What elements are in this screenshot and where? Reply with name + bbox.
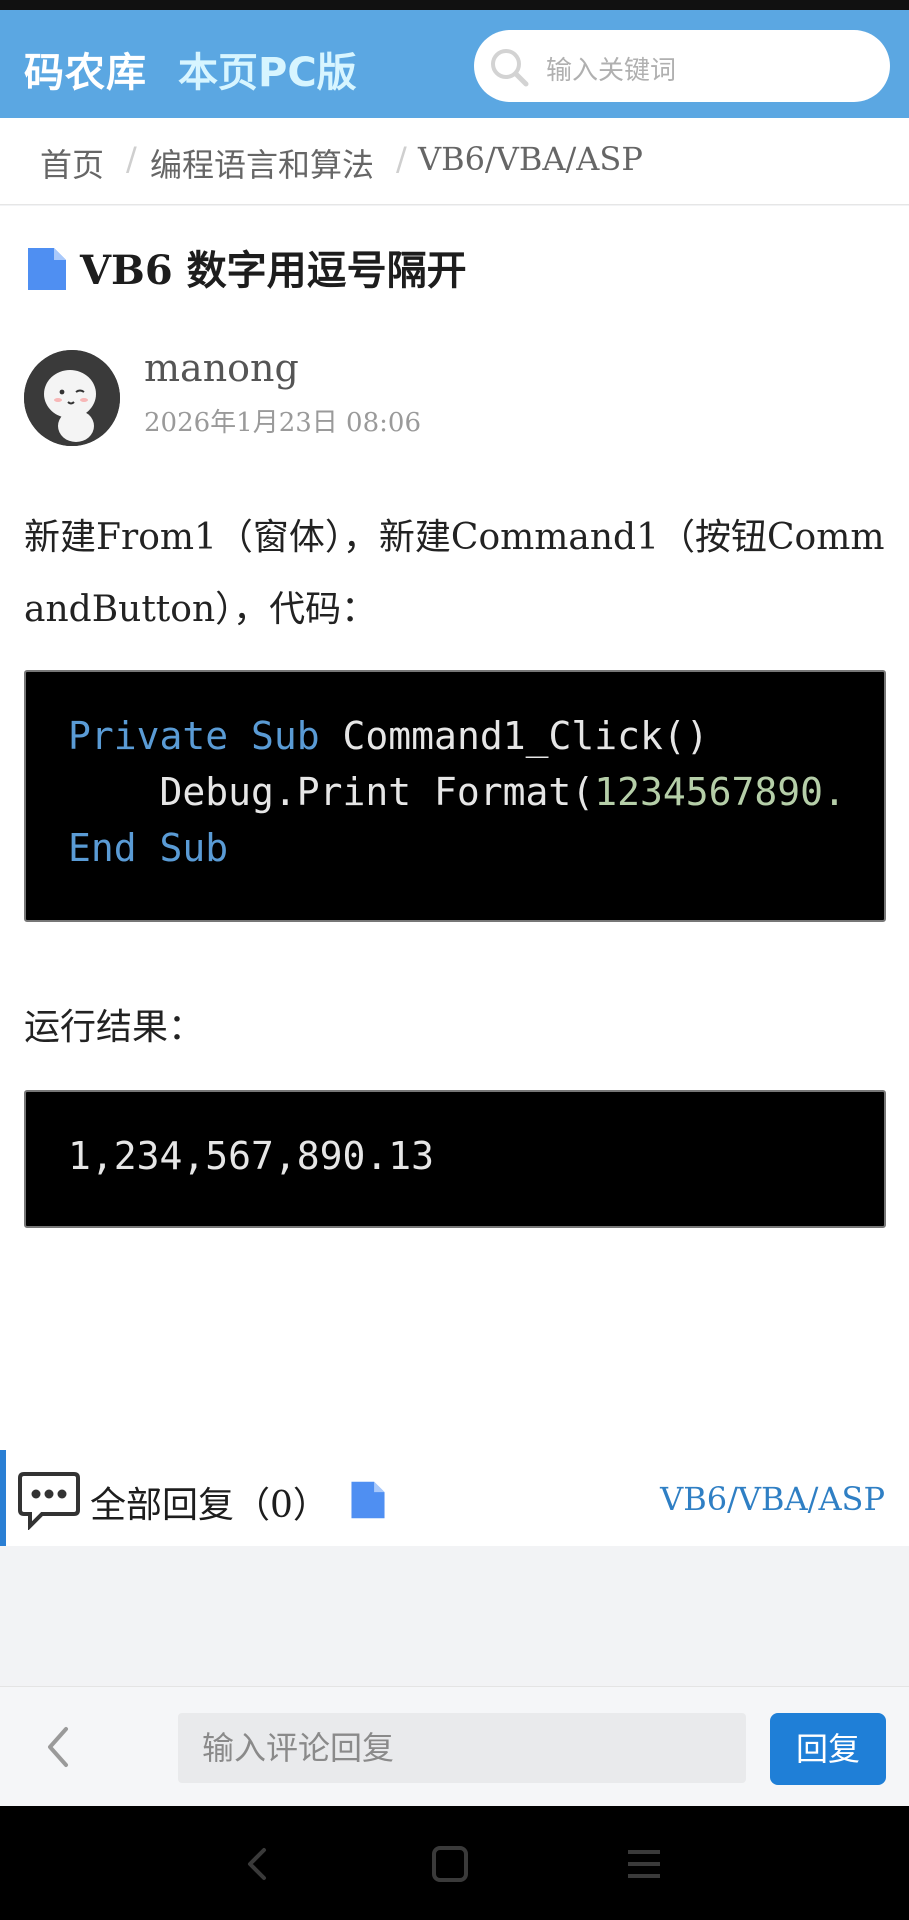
- code-keyword: Private Sub: [68, 714, 320, 758]
- breadcrumb: 首页 / 编程语言和算法 / VB6/VBA/ASP: [0, 118, 909, 205]
- search-input-placeholder[interactable]: 输入关键词: [546, 50, 676, 87]
- output-text: 1,234,567,890.13: [68, 1134, 435, 1178]
- search-box[interactable]: 输入关键词: [474, 30, 890, 102]
- breadcrumb-category[interactable]: 编程语言和算法: [150, 140, 374, 186]
- pc-version-link[interactable]: 本页PC版: [178, 40, 357, 98]
- replies-bar: 全部回复（0） VB6/VBA/ASP: [0, 1450, 909, 1546]
- breadcrumb-home[interactable]: 首页: [40, 140, 104, 186]
- avatar[interactable]: [24, 350, 120, 446]
- search-icon: [491, 49, 529, 87]
- comment-bar: 回复: [0, 1686, 909, 1807]
- article-title: VB6 数字用逗号隔开: [80, 247, 467, 294]
- code-block: Private Sub Command1_Click() Debug.Print…: [24, 670, 886, 922]
- chat-icon: [18, 1472, 80, 1530]
- breadcrumb-subcategory[interactable]: VB6/VBA/ASP: [418, 140, 643, 178]
- reply-button[interactable]: 回复: [770, 1713, 886, 1785]
- post-date: 2026年1月23日 08:06: [144, 408, 421, 438]
- accent-bar: [0, 1450, 6, 1546]
- breadcrumb-separator: /: [396, 140, 407, 178]
- code-text: Command1_Click(): [319, 714, 709, 758]
- back-icon[interactable]: [36, 1723, 84, 1771]
- article-intro: 新建From1（窗体），新建Command1（按钮CommandButton），…: [24, 517, 885, 630]
- reply-count: 全部回复（0）: [90, 1485, 329, 1526]
- nav-menu-icon[interactable]: [622, 1842, 666, 1886]
- result-label: 运行结果：: [24, 1007, 205, 1048]
- article: VB6 数字用逗号隔开 manong 2026年1月23日 08:06 新建Fr…: [0, 206, 909, 1546]
- code-number: 1234567890.: [594, 770, 846, 814]
- status-strip: [0, 0, 909, 10]
- category-link[interactable]: VB6/VBA/ASP: [660, 1480, 885, 1518]
- output-block: 1,234,567,890.13: [24, 1090, 886, 1228]
- system-nav-bar: [0, 1806, 909, 1920]
- comment-input[interactable]: [178, 1713, 746, 1783]
- code-line-3: End Sub: [68, 826, 228, 870]
- avatar-image: [24, 350, 120, 446]
- code-line-1: Private Sub Command1_Click(): [68, 714, 709, 758]
- code-text: Debug.Print Format(: [68, 770, 595, 814]
- breadcrumb-separator: /: [126, 140, 137, 178]
- document-icon: [28, 248, 66, 290]
- code-keyword: End Sub: [68, 826, 229, 870]
- document-icon: [351, 1481, 385, 1519]
- code-line-2: Debug.Print Format(1234567890.: [68, 770, 846, 814]
- author-name[interactable]: manong: [144, 346, 299, 390]
- nav-home-icon[interactable]: [428, 1842, 472, 1886]
- nav-back-icon[interactable]: [236, 1842, 280, 1886]
- site-header: 码农库 本页PC版 输入关键词: [0, 10, 909, 118]
- brand-logo[interactable]: 码农库: [24, 40, 147, 98]
